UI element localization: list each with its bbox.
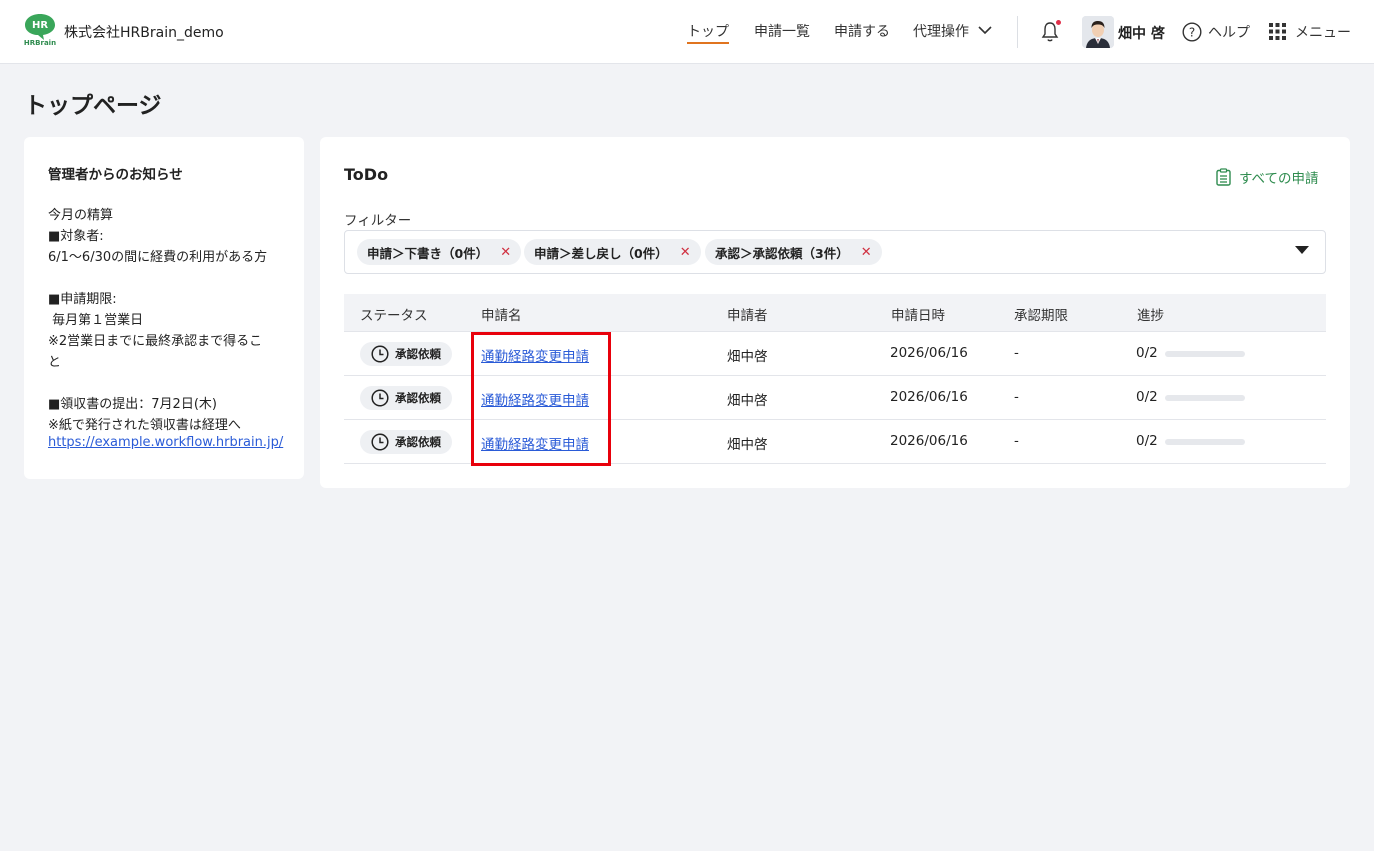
status-label: 承認依頼: [395, 347, 441, 361]
grid-menu-icon[interactable]: [1269, 23, 1286, 40]
notice-line: 6/1〜6/30の間に経費の利用がある方: [48, 250, 268, 265]
table-row[interactable]: 承認依頼 通勤経路変更申請 畑中啓 2026/06/16 - 0/2: [344, 420, 1326, 464]
applicant: 畑中啓: [727, 349, 768, 365]
help-icon[interactable]: ?: [1182, 22, 1202, 42]
chip-close-icon[interactable]: ✕: [861, 245, 872, 260]
company-name: 株式会社HRBrain_demo: [64, 25, 224, 41]
status-label: 承認依頼: [395, 435, 441, 449]
application-link[interactable]: 通勤経路変更申請: [481, 345, 589, 365]
column-header-progress: 進捗: [1137, 308, 1164, 324]
column-header-applicant: 申請者: [727, 308, 768, 324]
top-header: HR HRBrain 株式会社HRBrain_demo トップ 申請一覧 申請す…: [0, 0, 1374, 64]
application-date: 2026/06/16: [890, 389, 968, 405]
approval-deadline: -: [1014, 433, 1019, 449]
todo-title: ToDo: [344, 165, 389, 184]
table-header: ステータス 申請名 申請者 申請日時 承認期限 進捗: [344, 294, 1326, 332]
clipboard-icon: [1216, 168, 1231, 186]
filter-chip-label: 申請＞下書き（0件）: [367, 245, 489, 261]
column-header-deadline: 承認期限: [1014, 308, 1068, 324]
progress-bar: [1165, 395, 1245, 401]
menu-label[interactable]: メニュー: [1295, 22, 1351, 42]
filter-select[interactable]: 申請＞下書き（0件） ✕ 申請＞差し戻し（0件） ✕ 承認＞承認依頼（3件） ✕: [344, 230, 1326, 274]
filter-chip-label: 承認＞承認依頼（3件）: [715, 245, 849, 261]
all-applications-label[interactable]: すべての申請: [1239, 167, 1319, 187]
notice-line: ■領収書の提出：7月2日(木): [48, 397, 217, 412]
clock-icon: [371, 345, 389, 363]
applicant: 畑中啓: [727, 393, 768, 409]
notification-dot: [1055, 19, 1062, 26]
column-header-date: 申請日時: [891, 308, 945, 324]
progress-text: 0/2: [1136, 433, 1158, 449]
application-link[interactable]: 通勤経路変更申請: [481, 433, 589, 453]
table-row[interactable]: 承認依頼 通勤経路変更申請 畑中啓 2026/06/16 - 0/2: [344, 332, 1326, 376]
table-row[interactable]: 承認依頼 通勤経路変更申請 畑中啓 2026/06/16 - 0/2: [344, 376, 1326, 420]
notice-link[interactable]: https://example.workflow.hrbrain.jp/: [48, 435, 283, 450]
filter-chip-label: 申請＞差し戻し（0件）: [534, 245, 668, 261]
notice-line: ■対象者:: [48, 229, 104, 244]
notice-line: ※2営業日までに最終承認まで得るこ: [48, 334, 263, 349]
filter-chip: 承認＞承認依頼（3件） ✕: [705, 239, 882, 265]
filter-label: フィルター: [344, 213, 412, 229]
svg-text:?: ?: [1189, 25, 1195, 39]
avatar[interactable]: [1082, 16, 1114, 48]
applicant: 畑中啓: [727, 437, 768, 453]
hrbrain-logo[interactable]: HR HRBrain: [24, 13, 56, 47]
notice-title: 管理者からのお知らせ: [48, 167, 183, 183]
status-label: 承認依頼: [395, 391, 441, 405]
all-applications-link[interactable]: すべての申請: [1216, 167, 1319, 187]
clock-icon: [371, 389, 389, 407]
help-label[interactable]: ヘルプ: [1208, 22, 1250, 42]
user-name[interactable]: 畑中 啓: [1118, 23, 1165, 43]
approval-deadline: -: [1014, 345, 1019, 361]
chip-close-icon[interactable]: ✕: [680, 245, 691, 260]
nav-proxy-operation[interactable]: 代理操作: [913, 21, 969, 41]
filter-chip: 申請＞差し戻し（0件） ✕: [524, 239, 701, 265]
status-badge: 承認依頼: [360, 430, 452, 454]
logo-text-bottom: HRBrain: [24, 39, 56, 47]
clock-icon: [371, 433, 389, 451]
chip-close-icon[interactable]: ✕: [500, 245, 511, 260]
filter-chip: 申請＞下書き（0件） ✕: [357, 239, 522, 265]
status-badge: 承認依頼: [360, 386, 452, 410]
column-header-name: 申請名: [481, 308, 522, 324]
nav-top[interactable]: トップ: [687, 21, 729, 44]
approval-deadline: -: [1014, 389, 1019, 405]
application-link[interactable]: 通勤経路変更申請: [481, 389, 589, 409]
status-badge: 承認依頼: [360, 342, 452, 366]
notice-line: ※紙で発行された領収書は経理へ: [48, 418, 241, 433]
column-header-status: ステータス: [360, 308, 428, 324]
chevron-down-icon[interactable]: [978, 25, 992, 35]
notice-line: 今月の精算: [48, 208, 114, 223]
notice-line: と: [48, 355, 62, 370]
admin-notice-card: 管理者からのお知らせ 今月の精算 ■対象者: 6/1〜6/30の間に経費の利用が…: [24, 137, 304, 479]
progress-bar: [1165, 439, 1245, 445]
progress-bar: [1165, 351, 1245, 357]
notice-line: ■申請期限:: [48, 292, 117, 307]
progress-text: 0/2: [1136, 345, 1158, 361]
todo-card: ToDo すべての申請 フィルター 申請＞下書き（0件） ✕ 申請＞差し戻し（0…: [320, 137, 1350, 488]
application-date: 2026/06/16: [890, 345, 968, 361]
application-date: 2026/06/16: [890, 433, 968, 449]
dropdown-arrow-icon[interactable]: [1295, 246, 1309, 254]
header-divider: [1017, 16, 1018, 48]
nav-apply[interactable]: 申請する: [834, 21, 890, 41]
nav-application-list[interactable]: 申請一覧: [754, 21, 810, 41]
logo-text-top: HR: [32, 20, 48, 31]
progress-text: 0/2: [1136, 389, 1158, 405]
notice-line: 毎月第１営業日: [48, 313, 144, 328]
page-title: トップページ: [24, 93, 162, 119]
